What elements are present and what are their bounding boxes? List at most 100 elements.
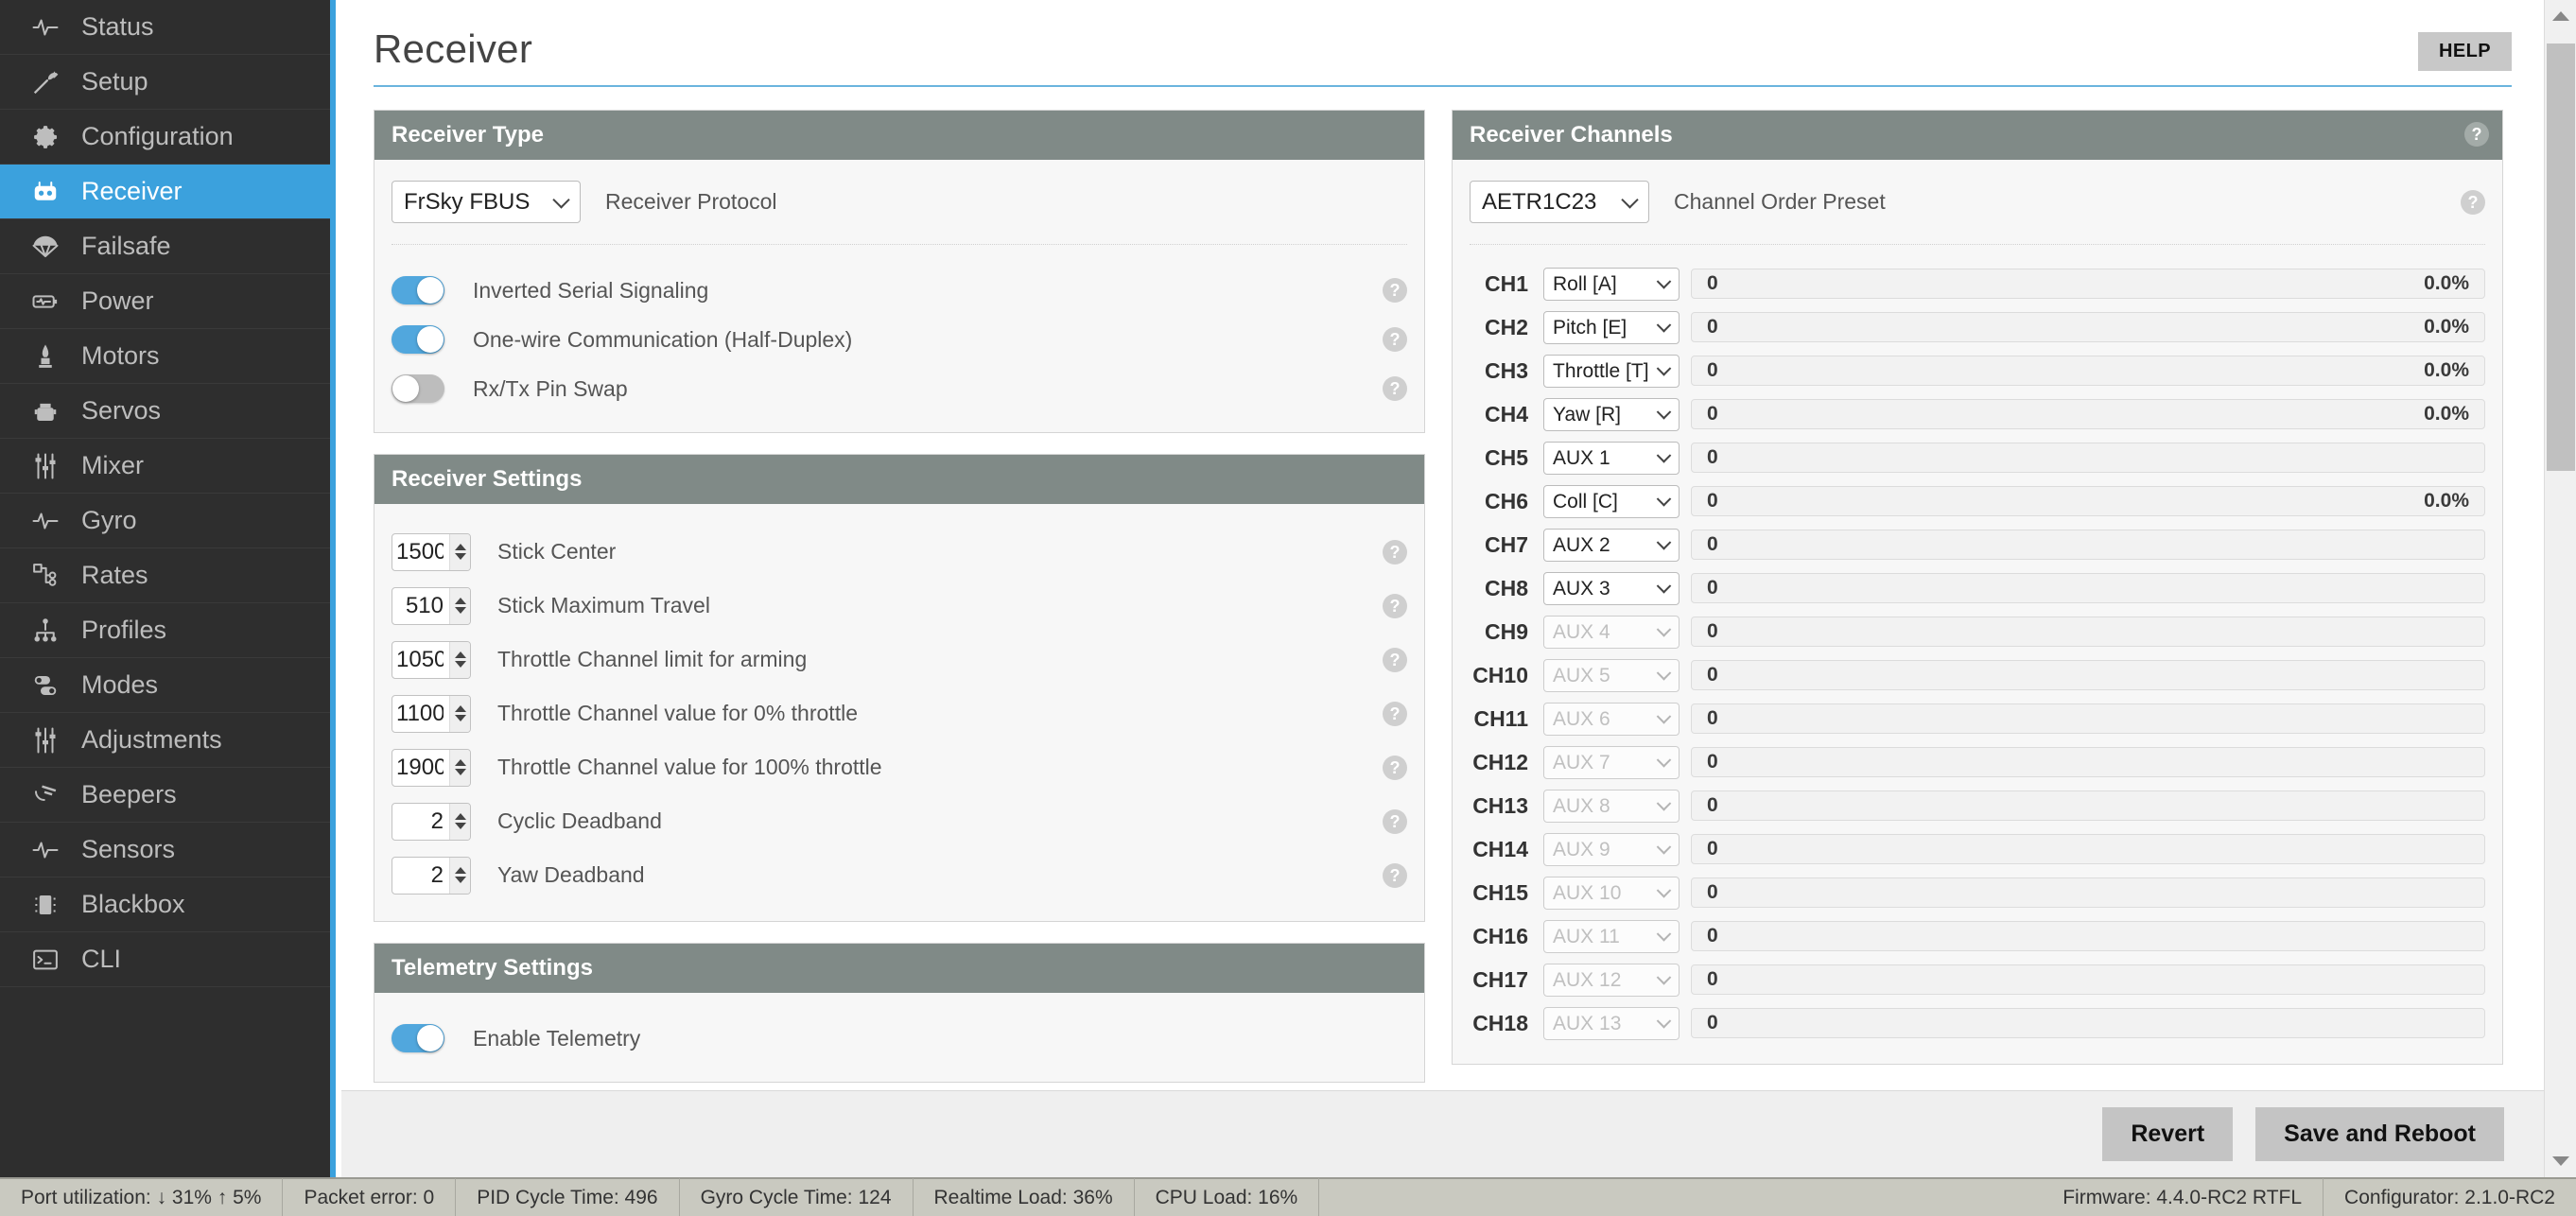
number-input[interactable] bbox=[392, 750, 449, 786]
sidebar-item-adjustments[interactable]: Adjustments bbox=[0, 713, 330, 768]
number-input[interactable] bbox=[392, 534, 449, 570]
number-input-wrap[interactable] bbox=[392, 587, 471, 625]
status-segment: CPU Load: 16% bbox=[1135, 1178, 1320, 1216]
panel-receiver-settings-title: Receiver Settings bbox=[392, 466, 582, 492]
channel-row: CH12AUX 70 bbox=[1470, 740, 2485, 784]
sidebar-item-label: Power bbox=[81, 288, 154, 314]
channel-map-select: AUX 4 bbox=[1543, 616, 1680, 649]
channel-map-select[interactable]: AUX 3 bbox=[1543, 572, 1680, 605]
number-input[interactable] bbox=[392, 642, 449, 678]
receiver-channels-help-icon[interactable]: ? bbox=[2464, 122, 2489, 147]
help-icon[interactable]: ? bbox=[1383, 594, 1407, 618]
toggle-switch[interactable] bbox=[392, 374, 444, 403]
toggle-switch[interactable] bbox=[392, 276, 444, 304]
toggle-switch[interactable] bbox=[392, 325, 444, 354]
sidebar-item-gyro[interactable]: Gyro bbox=[0, 494, 330, 548]
help-icon[interactable]: ? bbox=[1383, 648, 1407, 672]
help-icon[interactable]: ? bbox=[1383, 702, 1407, 726]
sidebar-item-configuration[interactable]: Configuration bbox=[0, 110, 330, 165]
sidebar-item-mixer[interactable]: Mixer bbox=[0, 439, 330, 494]
help-icon[interactable]: ? bbox=[1383, 278, 1407, 303]
number-input-wrap[interactable] bbox=[392, 641, 471, 679]
number-input[interactable] bbox=[392, 858, 449, 894]
sidebar-item-failsafe[interactable]: Failsafe bbox=[0, 219, 330, 274]
scroll-up-arrow-icon[interactable] bbox=[2545, 0, 2576, 32]
channel-order-preset-select[interactable]: AETR1C23 bbox=[1470, 181, 1649, 223]
sidebar-item-servos[interactable]: Servos bbox=[0, 384, 330, 439]
sidebar-item-label: Blackbox bbox=[81, 892, 185, 917]
help-icon[interactable]: ? bbox=[1383, 809, 1407, 834]
number-input[interactable] bbox=[392, 588, 449, 624]
sidebar-item-motors[interactable]: Motors bbox=[0, 329, 330, 384]
channel-map-select-wrap[interactable]: Yaw [R] bbox=[1543, 398, 1680, 431]
help-icon[interactable]: ? bbox=[1383, 376, 1407, 401]
channel-order-preset-select-wrap[interactable]: AETR1C23 bbox=[1470, 181, 1649, 223]
channel-percent: 0.0% bbox=[2424, 403, 2469, 426]
channel-value: 0 bbox=[1707, 664, 1718, 686]
sidebar-item-sensors[interactable]: Sensors bbox=[0, 823, 330, 877]
number-input[interactable] bbox=[392, 804, 449, 840]
spinner-buttons[interactable] bbox=[449, 750, 470, 786]
revert-button[interactable]: Revert bbox=[2102, 1107, 2233, 1161]
channel-map-select[interactable]: Throttle [T] bbox=[1543, 355, 1680, 388]
number-input-wrap[interactable] bbox=[392, 695, 471, 733]
number-input-wrap[interactable] bbox=[392, 803, 471, 841]
scroll-down-arrow-icon[interactable] bbox=[2545, 1145, 2576, 1177]
spinner-buttons[interactable] bbox=[449, 858, 470, 894]
channel-map-select[interactable]: Roll [A] bbox=[1543, 268, 1680, 301]
spinner-buttons[interactable] bbox=[449, 588, 470, 624]
help-icon[interactable]: ? bbox=[1383, 756, 1407, 780]
enable-telemetry-toggle[interactable] bbox=[392, 1024, 444, 1052]
spinner-buttons[interactable] bbox=[449, 696, 470, 732]
sidebar-item-setup[interactable]: Setup bbox=[0, 55, 330, 110]
number-input-wrap[interactable] bbox=[392, 533, 471, 571]
receiver-protocol-select[interactable]: FrSky FBUS bbox=[392, 181, 581, 223]
channel-value-bar: 0 bbox=[1691, 573, 2485, 603]
sidebar-item-profiles[interactable]: Profiles bbox=[0, 603, 330, 658]
channel-value: 0 bbox=[1707, 403, 1718, 426]
setting-label: Stick Center bbox=[497, 539, 1383, 565]
channel-order-preset-help-icon[interactable]: ? bbox=[2461, 190, 2485, 215]
number-input[interactable] bbox=[392, 696, 449, 732]
save-and-reboot-button[interactable]: Save and Reboot bbox=[2255, 1107, 2504, 1161]
channel-map-select[interactable]: Yaw [R] bbox=[1543, 398, 1680, 431]
channel-map-select-wrap[interactable]: Throttle [T] bbox=[1543, 355, 1680, 388]
channel-map-select[interactable]: Coll [C] bbox=[1543, 485, 1680, 518]
channel-map-select[interactable]: Pitch [E] bbox=[1543, 311, 1680, 344]
number-input-wrap[interactable] bbox=[392, 857, 471, 895]
sidebar-item-blackbox[interactable]: Blackbox bbox=[0, 877, 330, 932]
channel-value-bar: 0 0.0% bbox=[1691, 399, 2485, 429]
help-button[interactable]: HELP bbox=[2418, 32, 2512, 71]
channel-label: CH14 bbox=[1470, 837, 1528, 862]
scrollbar-thumb[interactable] bbox=[2547, 43, 2575, 471]
spinner-buttons[interactable] bbox=[449, 534, 470, 570]
channel-map-select-wrap[interactable]: Pitch [E] bbox=[1543, 311, 1680, 344]
channel-value: 0 bbox=[1707, 577, 1718, 599]
help-icon[interactable]: ? bbox=[1383, 327, 1407, 352]
help-icon[interactable]: ? bbox=[1383, 540, 1407, 565]
channel-map-select-wrap[interactable]: AUX 3 bbox=[1543, 572, 1680, 605]
channel-map-select[interactable]: AUX 2 bbox=[1543, 529, 1680, 562]
sidebar-item-modes[interactable]: Modes bbox=[0, 658, 330, 713]
panel-columns: Receiver Type FrSky FBUS Receiver Protoc… bbox=[341, 87, 2544, 1177]
sidebar-item-label: Failsafe bbox=[81, 234, 171, 259]
channel-map-select-wrap[interactable]: Roll [A] bbox=[1543, 268, 1680, 301]
channel-map-select-wrap[interactable]: AUX 1 bbox=[1543, 442, 1680, 475]
sidebar-item-label: Rates bbox=[81, 563, 148, 588]
channel-map-select-wrap[interactable]: Coll [C] bbox=[1543, 485, 1680, 518]
sidebar-item-rates[interactable]: Rates bbox=[0, 548, 330, 603]
sidebar-item-power[interactable]: Power bbox=[0, 274, 330, 329]
spinner-buttons[interactable] bbox=[449, 642, 470, 678]
channel-value-bar: 0 bbox=[1691, 877, 2485, 908]
spinner-buttons[interactable] bbox=[449, 804, 470, 840]
sidebar-item-cli[interactable]: CLI bbox=[0, 932, 330, 987]
page-scrollbar[interactable] bbox=[2544, 0, 2576, 1177]
channel-map-select-wrap[interactable]: AUX 2 bbox=[1543, 529, 1680, 562]
sidebar-item-beepers[interactable]: Beepers bbox=[0, 768, 330, 823]
number-input-wrap[interactable] bbox=[392, 749, 471, 787]
help-icon[interactable]: ? bbox=[1383, 863, 1407, 888]
receiver-protocol-select-wrap[interactable]: FrSky FBUS bbox=[392, 181, 581, 223]
sidebar-item-receiver[interactable]: Receiver bbox=[0, 165, 330, 219]
channel-map-select[interactable]: AUX 1 bbox=[1543, 442, 1680, 475]
sidebar-item-status[interactable]: Status bbox=[0, 0, 330, 55]
